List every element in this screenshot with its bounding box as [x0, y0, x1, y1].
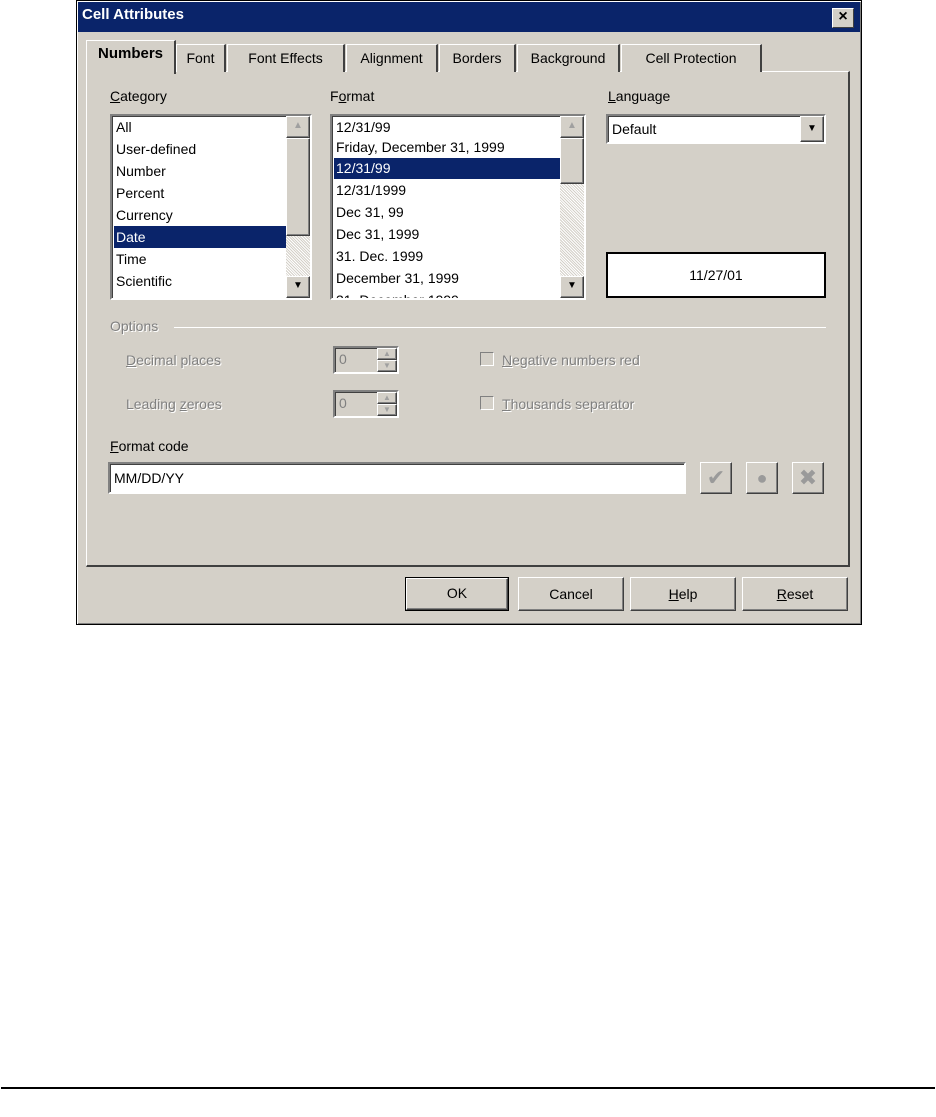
tab-label: Cell Protection — [645, 50, 737, 66]
list-item-selected[interactable]: 12/31/99 — [334, 158, 562, 179]
list-item[interactable]: 12/31/1999 — [334, 179, 406, 201]
list-item[interactable]: Time — [114, 248, 147, 270]
format-code-value: MM/DD/YY — [114, 470, 184, 486]
edit-comment-button: ● — [746, 462, 778, 494]
language-value: Default — [612, 121, 657, 137]
scroll-up-button[interactable]: ▲ — [560, 116, 584, 138]
language-select[interactable]: Default — [606, 114, 826, 144]
arrow-down-icon: ▼ — [383, 405, 391, 414]
checkmark-icon: ✔ — [706, 465, 726, 490]
tab-background[interactable]: Background — [517, 44, 620, 72]
thousands-separator-checkbox — [480, 396, 494, 410]
list-item-selected[interactable]: Date — [114, 226, 287, 248]
options-divider — [174, 327, 826, 328]
options-label: Options — [110, 318, 159, 334]
scroll-thumb[interactable] — [560, 138, 584, 184]
tab-label: Alignment — [360, 50, 423, 66]
decimal-places-value: 0 — [339, 351, 347, 367]
delete-icon: ✖ — [798, 465, 818, 490]
list-item[interactable]: Friday, December 31, 1999 — [334, 136, 505, 158]
tab-font-effects[interactable]: Font Effects — [227, 44, 345, 72]
list-item[interactable]: 31. December 1999 — [334, 289, 459, 298]
list-item[interactable]: All — [114, 116, 132, 138]
tab-font[interactable]: Font — [176, 44, 226, 72]
negative-red-label: Negative numbers red — [502, 352, 640, 368]
spin-down-button: ▼ — [377, 360, 397, 372]
button-label: Cancel — [549, 586, 593, 602]
negative-red-checkbox — [480, 352, 494, 366]
help-button[interactable]: Help — [630, 577, 736, 611]
language-dropdown-button[interactable]: ▼ — [800, 116, 824, 142]
format-code-label: Format code — [110, 438, 189, 454]
tab-label: Font Effects — [248, 50, 323, 66]
comment-icon: ● — [756, 468, 768, 488]
spin-up-button: ▲ — [377, 392, 397, 404]
window-title: Cell Attributes — [82, 6, 184, 23]
list-item[interactable]: Percent — [114, 182, 164, 204]
scroll-down-button[interactable]: ▼ — [560, 276, 584, 298]
tab-cell-protection[interactable]: Cell Protection — [621, 44, 762, 72]
tab-numbers[interactable]: Numbers — [86, 40, 176, 74]
leading-zeroes-label: Leading zeroes — [126, 396, 222, 412]
reset-button[interactable]: Reset — [742, 577, 848, 611]
arrow-down-icon: ▼ — [567, 280, 577, 291]
language-label: Language — [608, 88, 671, 104]
spin-up-button: ▲ — [377, 348, 397, 360]
tab-borders[interactable]: Borders — [439, 44, 516, 72]
arrow-down-icon: ▼ — [293, 280, 303, 291]
list-item[interactable]: 31. Dec. 1999 — [334, 245, 423, 267]
tab-label: Borders — [452, 50, 502, 66]
delete-format-button: ✖ — [792, 462, 824, 494]
tab-label: Numbers — [97, 45, 164, 62]
format-list[interactable]: 12/31/99 Friday, December 31, 1999 12/31… — [330, 114, 586, 300]
preview-value: 11/27/01 — [689, 267, 743, 283]
close-button[interactable]: × — [832, 8, 854, 28]
tab-alignment[interactable]: Alignment — [346, 44, 438, 72]
leading-zeroes-value: 0 — [339, 395, 347, 411]
arrow-up-icon: ▲ — [567, 120, 577, 131]
tab-label: Background — [530, 50, 606, 66]
tab-label: Font — [186, 50, 215, 66]
format-label: Format — [330, 88, 375, 104]
close-icon: × — [838, 8, 848, 25]
add-format-button: ✔ — [700, 462, 732, 494]
list-item[interactable]: Dec 31, 1999 — [334, 223, 419, 245]
arrow-up-icon: ▲ — [383, 393, 391, 402]
list-item[interactable]: Scientific — [114, 270, 172, 292]
decimal-places-label: Decimal places — [126, 352, 221, 368]
cancel-button[interactable]: Cancel — [518, 577, 624, 611]
list-item[interactable]: Number — [114, 160, 166, 182]
list-item[interactable]: User-defined — [114, 138, 196, 160]
list-item[interactable]: 12/31/99 — [334, 116, 391, 138]
scroll-up-button[interactable]: ▲ — [286, 116, 310, 138]
ok-button[interactable]: OK — [405, 577, 509, 611]
list-item[interactable]: December 31, 1999 — [334, 267, 459, 289]
format-preview: 11/27/01 — [606, 252, 826, 298]
spin-down-button: ▼ — [377, 404, 397, 416]
scroll-thumb[interactable] — [286, 138, 310, 236]
arrow-down-icon: ▼ — [383, 361, 391, 370]
scroll-down-button[interactable]: ▼ — [286, 276, 310, 298]
category-label: Category — [110, 88, 167, 104]
thousands-separator-label: Thousands separator — [502, 396, 635, 412]
button-label: OK — [446, 585, 468, 601]
title-bar[interactable] — [78, 2, 860, 32]
list-item[interactable]: Dec 31, 99 — [334, 201, 404, 223]
arrow-up-icon: ▲ — [383, 349, 391, 358]
category-list[interactable]: All User-defined Number Percent Currency… — [110, 114, 312, 300]
format-code-input[interactable]: MM/DD/YY — [108, 462, 686, 494]
arrow-up-icon: ▲ — [293, 120, 303, 131]
page-divider — [1, 1087, 935, 1089]
list-item[interactable]: Currency — [114, 204, 173, 226]
chevron-down-icon: ▼ — [807, 123, 817, 134]
